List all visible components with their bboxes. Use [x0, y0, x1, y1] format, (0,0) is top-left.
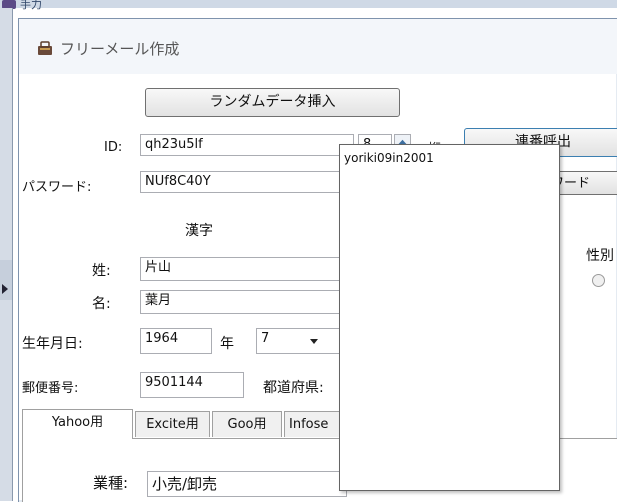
outer-divider	[12, 8, 13, 501]
password-label: パスワード:	[22, 180, 92, 195]
bag-icon	[38, 41, 52, 55]
first-name-input[interactable]: 葉月	[140, 290, 354, 314]
outer-window-title: 手力	[20, 0, 42, 11]
chevron-down-icon[interactable]	[310, 339, 318, 344]
postal-code-label: 郵便番号:	[22, 381, 79, 396]
password-input[interactable]: NUf8C40Y	[140, 171, 354, 193]
tab-infoseek[interactable]: Infose	[284, 411, 344, 437]
birth-year-input[interactable]: 1964	[140, 328, 212, 354]
tab-excite[interactable]: Excite用	[135, 411, 210, 437]
id-label: ID:	[104, 140, 123, 155]
dialog-title: フリーメール作成	[60, 40, 180, 58]
industry-label: 業種:	[93, 474, 129, 492]
outer-title-strip	[0, 0, 617, 8]
first-name-label: 名:	[92, 296, 111, 312]
dropdown-item[interactable]: yoriki09in2001	[344, 151, 434, 165]
industry-select[interactable]: 小売/卸売	[147, 471, 347, 497]
expand-arrow-icon[interactable]	[2, 284, 8, 294]
year-unit-label: 年	[220, 336, 234, 352]
id-input[interactable]: qh23u5lf	[140, 134, 354, 156]
prefecture-label: 都道府県:	[263, 380, 324, 396]
gender-label: 性別	[586, 248, 614, 264]
id-history-dropdown[interactable]	[339, 144, 560, 491]
birth-month-select[interactable]: 7	[256, 328, 342, 354]
outer-left-panel	[0, 8, 12, 501]
tab-goo[interactable]: Goo用	[212, 411, 282, 437]
random-data-insert-button[interactable]: ランダムデータ挿入	[145, 88, 400, 117]
tab-yahoo[interactable]: Yahoo用	[22, 409, 133, 439]
last-name-input[interactable]: 片山	[140, 257, 354, 281]
gender-radio[interactable]	[592, 274, 605, 287]
birthdate-label: 生年月日:	[22, 336, 83, 352]
outer-scroll-region[interactable]	[0, 260, 12, 300]
kanji-header: 漢字	[185, 223, 213, 239]
last-name-label: 姓:	[92, 263, 111, 279]
postal-code-input[interactable]: 9501144	[140, 372, 244, 398]
